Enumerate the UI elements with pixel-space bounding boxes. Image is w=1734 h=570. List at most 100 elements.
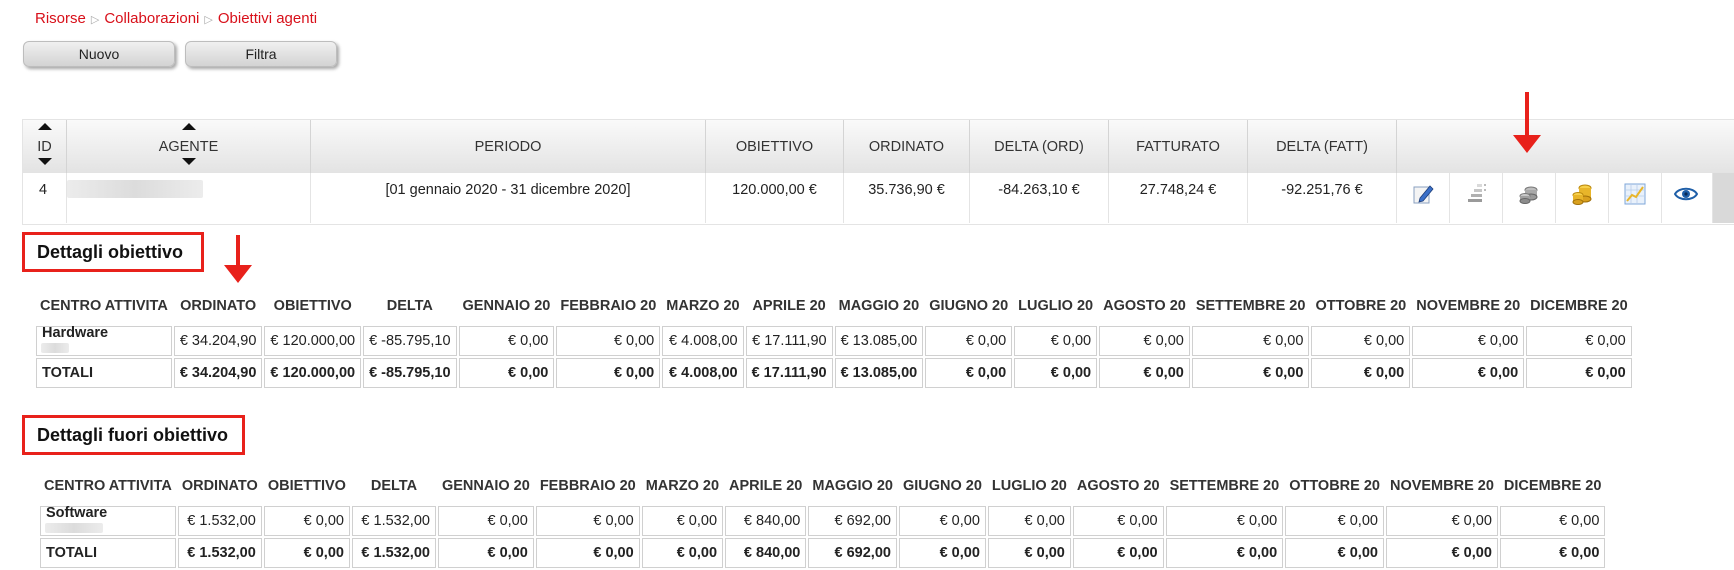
column-header: SETTEMBRE 20 [1195,298,1306,314]
column-header: MAGGIO 20 [838,298,920,314]
column-header: GIUGNO 20 [902,478,982,494]
value-cell: € 0,00 [263,506,350,536]
chart-icon[interactable] [1623,182,1647,206]
row-fatturato: 27.748,24 € [1109,173,1248,223]
table-row: Hardware € 34.204,90 € 120.000,00 € -85.795… [36,325,1632,356]
column-header: SETTEMBRE 20 [1169,478,1280,494]
value-cell: € 0,00 [1311,326,1411,356]
column-label: AGENTE [158,138,219,155]
breadcrumb: Risorse ▷ Collaborazioni ▷ Obiettivi agenti [35,10,317,27]
column-header-periodo[interactable]: PERIODO [311,120,706,173]
totals-row: TOTALI € 1.532,00 € 0,00 € 1.532,00 € 0,00 € … [40,538,1606,568]
activity-center-label: Hardware [42,325,109,341]
value-cell: € -85.795,10 [363,326,457,356]
column-header: APRILE 20 [752,298,826,314]
column-header: DICEMBRE 20 [1503,478,1602,494]
list-icon[interactable] [1464,182,1488,206]
total-value-cell: € 0,00 [1526,358,1632,388]
total-value-cell: € 0,00 [1412,358,1525,388]
total-value-cell: € 0,00 [1191,358,1310,388]
column-label: ID [37,138,52,155]
value-cell: € 0,00 [1191,326,1310,356]
sort-desc-icon[interactable] [38,158,52,165]
breadcrumb-collaborazioni[interactable]: Collaborazioni [104,10,199,27]
total-value-cell: € 0,00 [263,538,350,568]
total-value-cell: € 0,00 [1499,538,1606,568]
breadcrumb-separator: ▷ [204,14,213,26]
value-cell: € 120.000,00 [264,326,362,356]
total-value-cell: € 0,00 [925,358,1013,388]
filter-button[interactable]: Filtra [185,41,337,67]
value-cell: € 4.008,00 [662,326,744,356]
column-header: FEBBRAIO 20 [560,298,657,314]
value-cell: € 0,00 [1526,326,1632,356]
eye-icon[interactable] [1674,182,1698,206]
row-id: 4 [23,173,67,223]
redacted-text [41,343,69,353]
total-value-cell: € 840,00 [725,538,807,568]
action-cell [1662,173,1713,223]
column-header-agente[interactable]: AGENTE [67,120,311,173]
action-cell [1450,173,1503,223]
redacted-text [45,523,103,533]
activity-center-cell: Hardware [36,325,172,356]
total-value-cell: € 1.532,00 [351,538,436,568]
total-value-cell: € 0,00 [458,358,555,388]
section-title-dettagli-fuori-obiettivo: Dettagli fuori obiettivo [22,415,245,455]
value-cell: € 13.085,00 [834,326,924,356]
sort-asc-icon[interactable] [38,123,52,130]
total-value-cell: € 0,00 [556,358,661,388]
column-header: APRILE 20 [729,478,803,494]
sort-asc-icon[interactable] [182,123,196,130]
coins-gold-icon[interactable] [1570,182,1594,206]
value-cell: € 34.204,90 [173,326,263,356]
off-objective-details-table: CENTRO ATTIVITA ORDINATO OBIETTIVO DELTA GEN… [38,466,1607,570]
value-cell: € 0,00 [1014,326,1098,356]
total-value-cell: € 0,00 [641,538,724,568]
column-header-delta-fatt[interactable]: DELTA (FATT) [1248,120,1397,173]
column-header: MAGGIO 20 [812,478,893,494]
row-delta-ord: -84.263,10 € [970,173,1109,223]
section-title-dettagli-obiettivo: Dettagli obiettivo [22,232,204,272]
total-value-cell: € -85.795,10 [363,358,457,388]
action-cell [1556,173,1609,223]
value-cell: € 0,00 [1285,506,1384,536]
column-header-delta-ord[interactable]: DELTA (ORD) [970,120,1109,173]
table-header-row: CENTRO ATTIVITA ORDINATO OBIETTIVO DELTA GEN… [36,288,1632,324]
value-cell: € 0,00 [1385,506,1498,536]
activity-center-label: Software [46,505,108,521]
column-header-id[interactable]: ID [23,120,67,173]
value-cell: € 17.111,90 [745,326,833,356]
total-value-cell: € 34.204,90 [173,358,263,388]
column-header-ordinato[interactable]: ORDINATO [844,120,970,173]
total-value-cell: € 0,00 [898,538,986,568]
total-value-cell: € 0,00 [1072,538,1164,568]
coins-grey-icon[interactable] [1517,182,1541,206]
total-value-cell: € 0,00 [1285,538,1384,568]
value-cell: € 0,00 [987,506,1071,536]
total-value-cell: € 17.111,90 [745,358,833,388]
breadcrumb-obiettivi-agenti[interactable]: Obiettivi agenti [218,10,317,27]
column-header: FEBBRAIO 20 [539,478,636,494]
value-cell: € 840,00 [725,506,807,536]
column-header: OTTOBRE 20 [1315,298,1407,314]
new-button[interactable]: Nuovo [23,41,175,67]
total-value-cell: € 120.000,00 [264,358,362,388]
value-cell: € 0,00 [535,506,640,536]
value-cell: € 692,00 [808,506,897,536]
table-row[interactable]: 4 [01 gennaio 2020 - 31 dicembre 2020] 1… [23,173,1734,223]
column-header-fatturato[interactable]: FATTURATO [1109,120,1248,173]
column-header-obiettivo[interactable]: OBIETTIVO [706,120,844,173]
column-header: OTTOBRE 20 [1289,478,1380,494]
column-header: LUGLIO 20 [1018,298,1094,314]
sort-desc-icon[interactable] [182,158,196,165]
action-cell [1397,173,1450,223]
column-header: GENNAIO 20 [462,298,551,314]
value-cell: € 1.532,00 [351,506,436,536]
grid-header: ID AGENTE PERIODO OBIETTIVO ORDINATO DEL… [23,120,1734,174]
row-ordinato: 35.736,90 € [844,173,970,223]
column-header: LUGLIO 20 [991,478,1067,494]
edit-icon[interactable] [1411,182,1435,206]
breadcrumb-risorse[interactable]: Risorse [35,10,86,27]
row-scrollbar[interactable] [1713,173,1734,223]
